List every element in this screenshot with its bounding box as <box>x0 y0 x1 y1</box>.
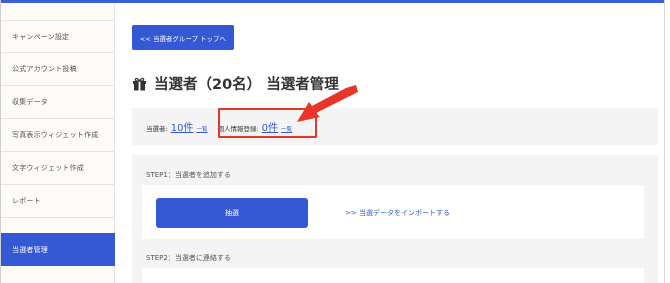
page-title-row: 当選者（20名） 当選者管理 <box>132 71 339 95</box>
sidebar: キャンペーン設定 公式アカウント投稿 収集データ 写真表示ウィジェット作成 文字… <box>1 3 115 283</box>
winner-count-bar: 当選者: 10件 一覧 個人情報登録: 0件 一覧 <box>132 108 658 145</box>
step1-card: 抽選 >> 当選データをインポートする <box>142 185 644 239</box>
sidebar-item-label: 公式アカウント投稿 <box>12 65 77 73</box>
step2-label: STEP2：当選者に連絡する <box>146 254 231 262</box>
import-winner-data-link[interactable]: >> 当選データをインポートする <box>345 208 450 218</box>
sidebar-item-label: 当選者管理 <box>12 245 48 254</box>
winners-count-label: 当選者: <box>146 125 168 133</box>
gift-icon <box>132 76 147 91</box>
sidebar-item-collected-data[interactable]: 収集データ <box>1 86 114 119</box>
step2-card <box>142 268 644 283</box>
highlight-annotation-box <box>218 108 317 138</box>
step1-label: STEP1：当選者を追加する <box>146 171 231 179</box>
main-content: << 当選者グループ トップへ 当選者（20名） 当選者管理 当選者: 10件 … <box>116 3 664 283</box>
sidebar-item-photo-widget[interactable]: 写真表示ウィジェット作成 <box>1 119 114 152</box>
winners-count-value[interactable]: 10件 <box>171 119 194 134</box>
sidebar-item-report[interactable]: レポート <box>1 185 114 218</box>
sidebar-item-label: 収集データ <box>12 98 48 106</box>
page-title: 当選者（20名） 当選者管理 <box>154 76 339 93</box>
sidebar-item-label: 写真表示ウィジェット作成 <box>12 131 99 139</box>
sidebar-item-text-widget[interactable]: 文字ウィジェット作成 <box>1 152 114 185</box>
sidebar-item-winner-management[interactable]: 当選者管理 <box>1 233 115 266</box>
sidebar-item-label: 文字ウィジェット作成 <box>12 164 84 172</box>
window-right-border <box>664 0 670 283</box>
sidebar-item-official-account-post[interactable]: 公式アカウント投稿 <box>1 53 114 86</box>
sidebar-item-campaign-settings[interactable]: キャンペーン設定 <box>1 20 114 53</box>
sidebar-item-label: レポート <box>12 197 41 205</box>
back-to-winner-groups-button[interactable]: << 当選者グループ トップへ <box>132 25 234 50</box>
draw-lottery-button[interactable]: 抽選 <box>156 198 308 228</box>
winners-list-link[interactable]: 一覧 <box>196 125 207 133</box>
steps-panel: STEP1：当選者を追加する 抽選 >> 当選データをインポートする STEP2… <box>132 155 658 283</box>
sidebar-item-label: キャンペーン設定 <box>12 32 70 41</box>
